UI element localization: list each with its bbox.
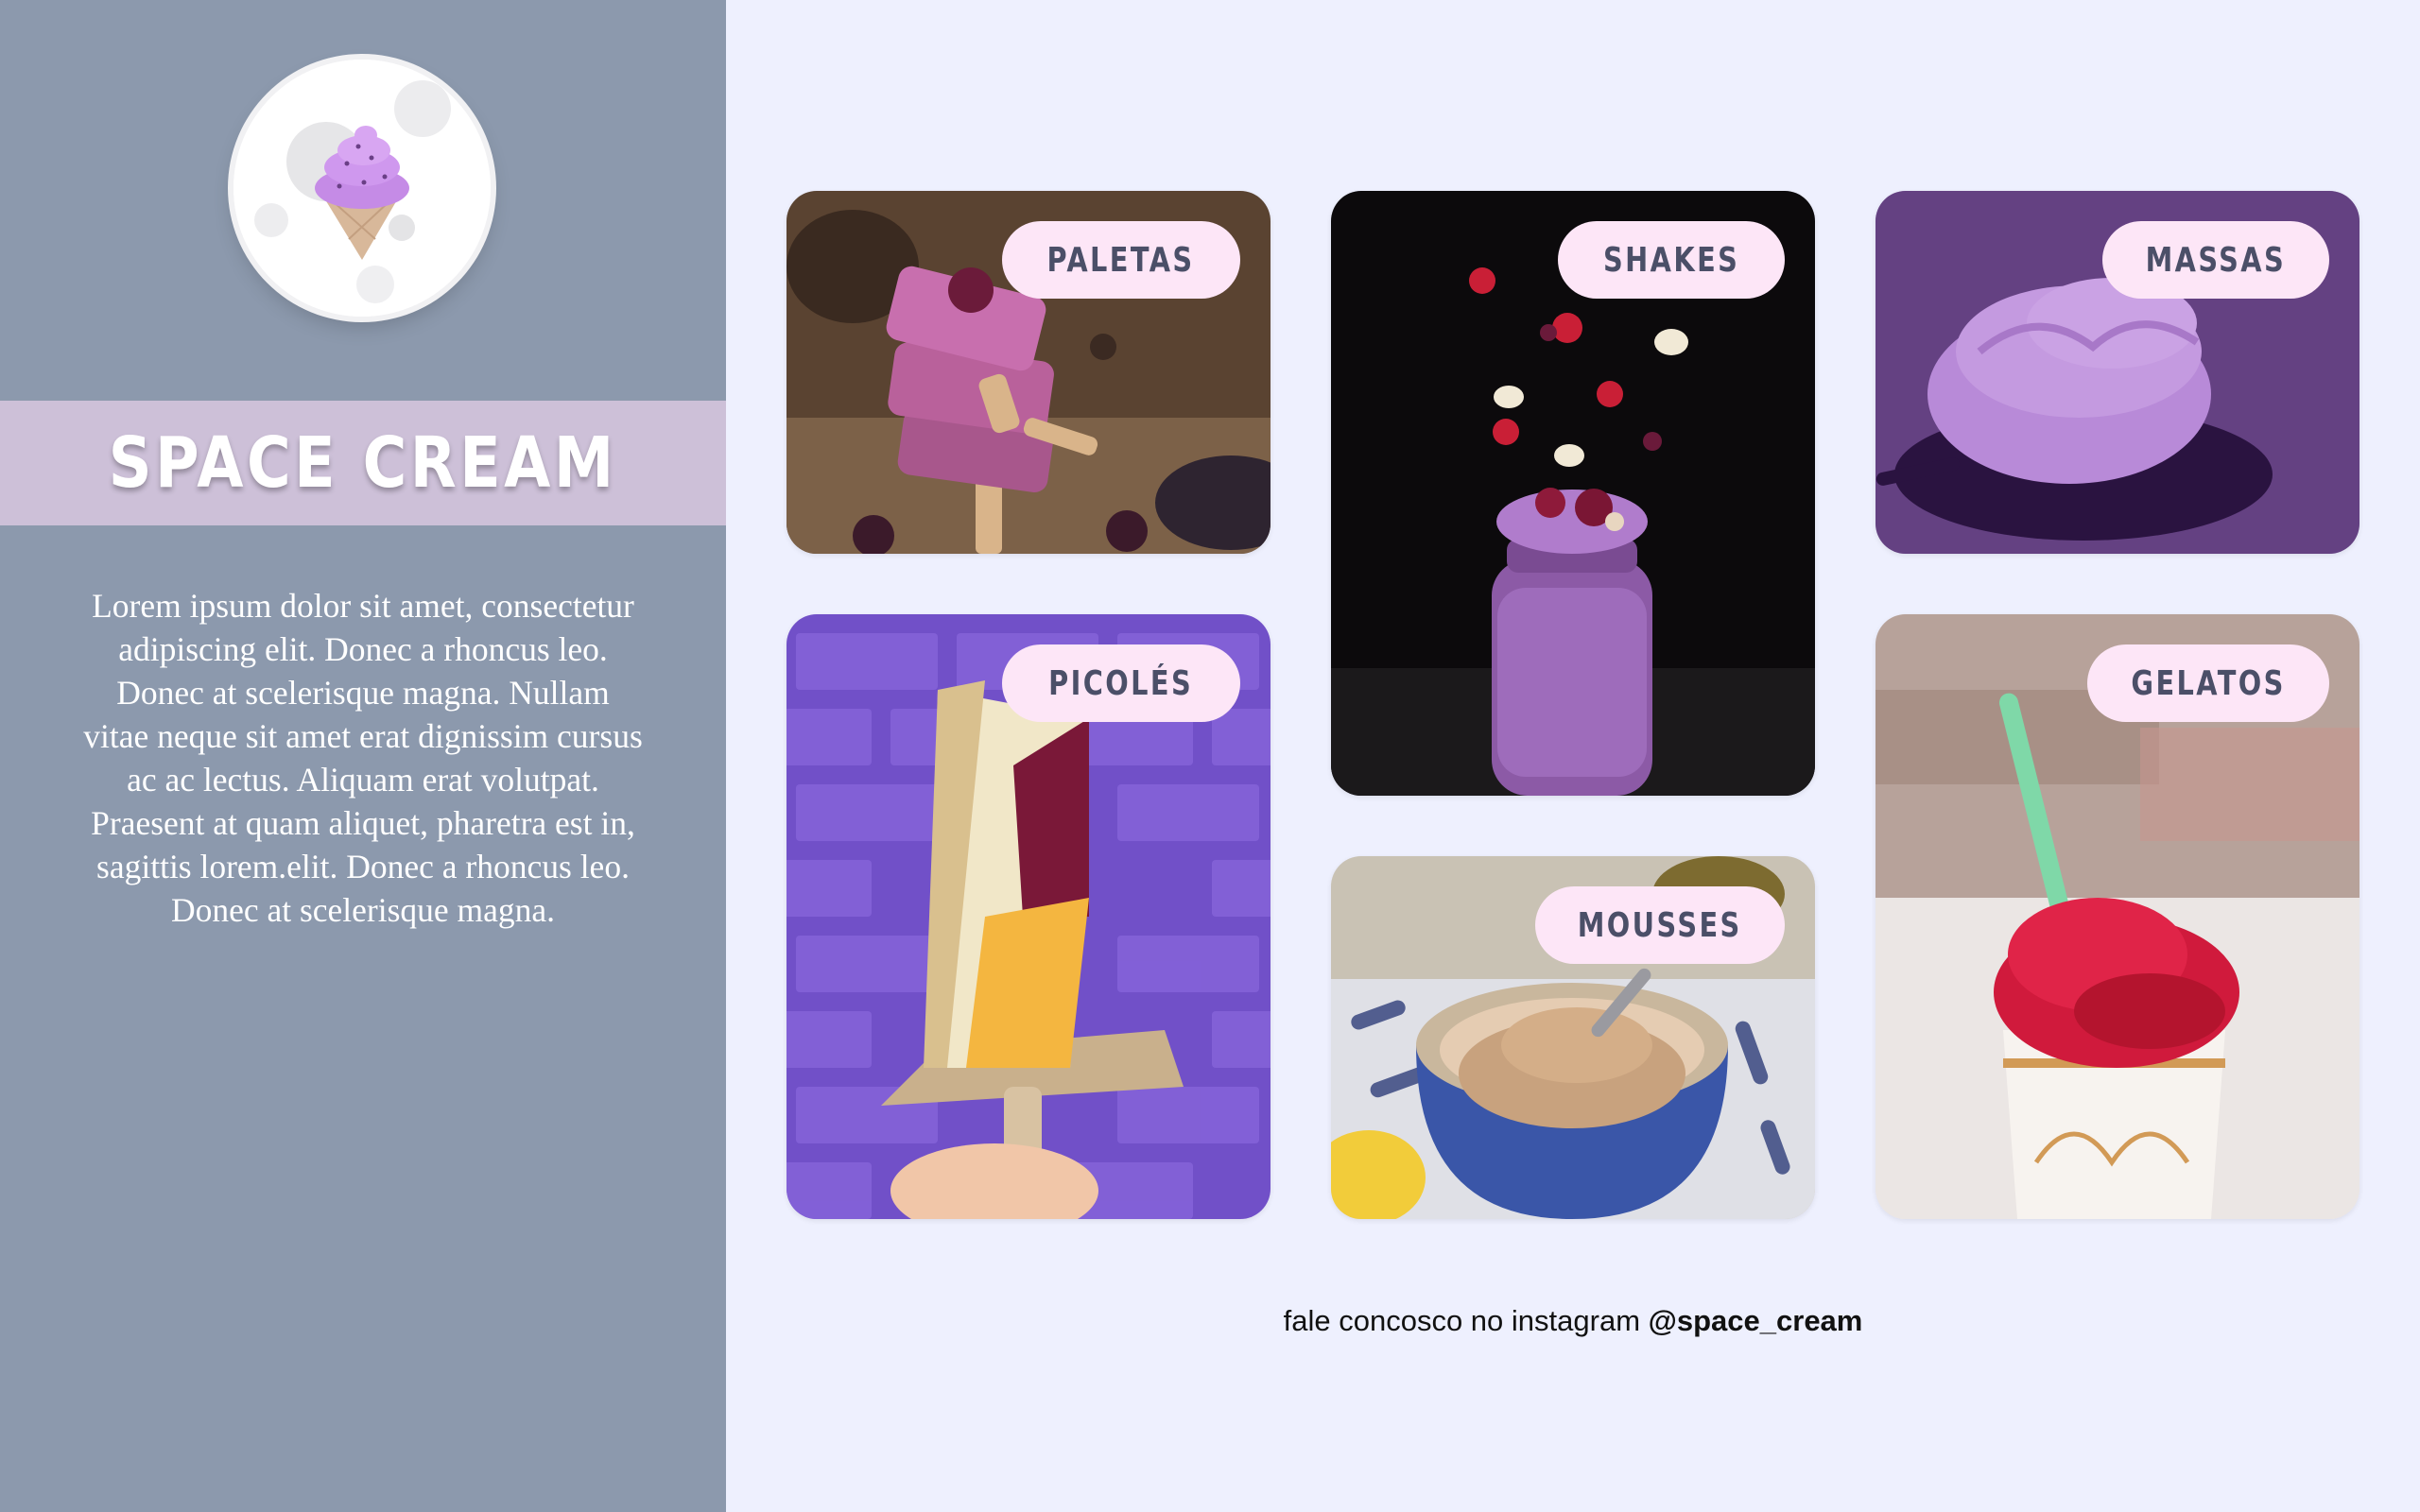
category-label-mousses: MOUSSES <box>1535 886 1785 964</box>
footer-text: fale concosco no instagram <box>1283 1304 1641 1337</box>
sidebar: SPACE CREAM Lorem ipsum dolor sit amet, … <box>0 0 726 1512</box>
card-gelatos[interactable]: GELATOS <box>1876 614 2360 1219</box>
card-paletas[interactable]: PALETAS <box>786 191 1270 554</box>
instagram-handle-link[interactable]: @space_cream <box>1649 1304 1863 1337</box>
brand-title: SPACE CREAM <box>109 422 617 504</box>
brand-description: Lorem ipsum dolor sit amet, consectetur … <box>83 587 643 929</box>
category-label-gelatos: GELATOS <box>2087 644 2329 722</box>
category-label-massas: MASSAS <box>2102 221 2329 299</box>
category-label-paletas: PALETAS <box>1002 221 1240 299</box>
category-label-shakes: SHAKES <box>1558 221 1785 299</box>
logo-ice-cream-cone-icon[interactable] <box>233 60 491 317</box>
footer-contact: fale concosco no instagram @space_cream <box>726 1304 2420 1338</box>
card-massas[interactable]: MASSAS <box>1876 191 2360 554</box>
card-picoles[interactable]: PICOLÉS <box>786 614 1270 1219</box>
card-shakes[interactable]: SHAKES <box>1331 191 1815 796</box>
brand-banner: SPACE CREAM <box>0 401 726 525</box>
category-label-picoles: PICOLÉS <box>1002 644 1240 722</box>
card-mousses[interactable]: MOUSSES <box>1331 856 1815 1219</box>
